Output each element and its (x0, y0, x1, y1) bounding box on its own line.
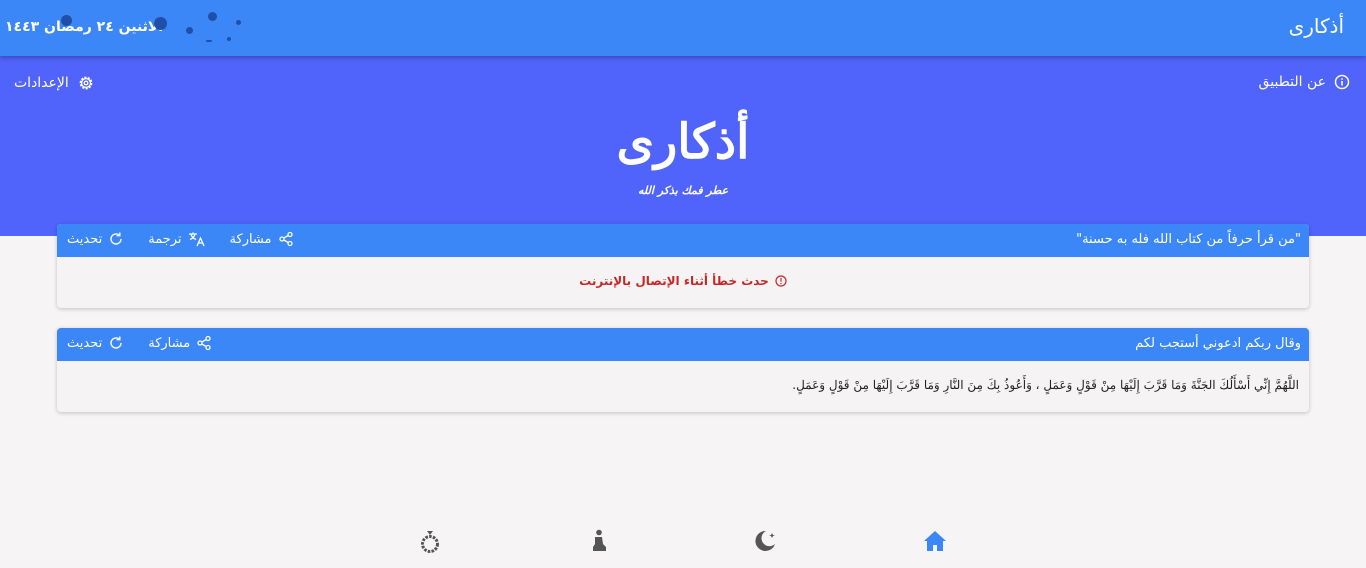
loading-dot (186, 27, 193, 34)
prayer-icon (593, 529, 606, 551)
nav-home[interactable] (922, 528, 948, 554)
share-button[interactable]: مشاركة (148, 335, 212, 351)
app-tagline: عطر فمك بذكر الله (637, 184, 729, 197)
loading-dot (206, 40, 212, 42)
refresh-button[interactable]: تحديث (67, 231, 124, 247)
loading-dot (61, 15, 72, 26)
translate-icon (188, 232, 205, 247)
loading-dot (154, 17, 167, 30)
nav-night-adhkar[interactable] (753, 528, 779, 554)
share-button[interactable]: مشاركة (230, 231, 294, 247)
nav-tasbih[interactable] (417, 528, 443, 554)
home-icon (924, 531, 946, 551)
nav-prayer[interactable] (586, 528, 612, 554)
refresh-icon (110, 232, 122, 245)
settings-link[interactable]: الإعدادات (14, 74, 95, 92)
loading-dot (236, 20, 241, 25)
refresh-label: تحديث (67, 335, 103, 351)
dua-text: اللَّهُمَّ إِنِّي أَسْأَلُكَ الجَنَّةَ و… (792, 378, 1299, 392)
dua-card-header: وقال ربكم ادعوني أستجب لكم مشاركة تحديث (57, 328, 1309, 361)
refresh-icon (110, 336, 122, 349)
hero-banner: عن التطبيق الإعدادات أذكارى عطر فمك بذكر… (0, 56, 1366, 236)
quote-card: "من قرأ حرفاً من كتاب الله فله به حسنة" … (57, 224, 1309, 308)
app-logo: أذكارى (616, 114, 750, 170)
connection-error: حدث خطأ أثناء الإتصال بالإنترنت (57, 274, 1309, 288)
quote-card-header: "من قرأ حرفاً من كتاب الله فله به حسنة" … (57, 224, 1309, 257)
translate-button[interactable]: ترجمة (148, 231, 205, 247)
loading-dot (227, 37, 231, 41)
settings-label: الإعدادات (14, 75, 69, 91)
error-icon (775, 275, 787, 287)
translate-label: ترجمة (148, 231, 182, 247)
app-title: أذكارى (1288, 14, 1344, 38)
dua-card-title: وقال ربكم ادعوني أستجب لكم (1135, 336, 1301, 351)
gear-icon (79, 76, 93, 90)
hijri-date: الاثنين ٢٤ رمضان ١٤٤٣ (5, 19, 164, 35)
app-bar: أذكارى الاثنين ٢٤ رمضان ١٤٤٣ (0, 0, 1366, 56)
bottom-navigation (0, 520, 1366, 568)
info-icon (1334, 74, 1350, 90)
refresh-label: تحديث (67, 231, 103, 247)
dua-card-actions: مشاركة تحديث (67, 335, 212, 351)
about-app-link[interactable]: عن التطبيق (1259, 74, 1350, 90)
share-label: مشاركة (229, 231, 272, 247)
prayer-beads-icon (421, 531, 439, 553)
dua-card: وقال ربكم ادعوني أستجب لكم مشاركة تحديث … (57, 328, 1309, 412)
refresh-button[interactable]: تحديث (67, 335, 124, 351)
quote-card-title: "من قرأ حرفاً من كتاب الله فله به حسنة" (1076, 232, 1301, 247)
share-icon (197, 335, 211, 351)
crescent-star-icon (755, 530, 775, 551)
error-text: حدث خطأ أثناء الإتصال بالإنترنت (579, 274, 769, 288)
loading-dot (208, 12, 217, 21)
share-icon (278, 231, 293, 247)
about-app-label: عن التطبيق (1258, 74, 1326, 90)
quote-card-actions: مشاركة ترجمة تحديث (67, 231, 294, 247)
share-label: مشاركة (148, 335, 191, 351)
